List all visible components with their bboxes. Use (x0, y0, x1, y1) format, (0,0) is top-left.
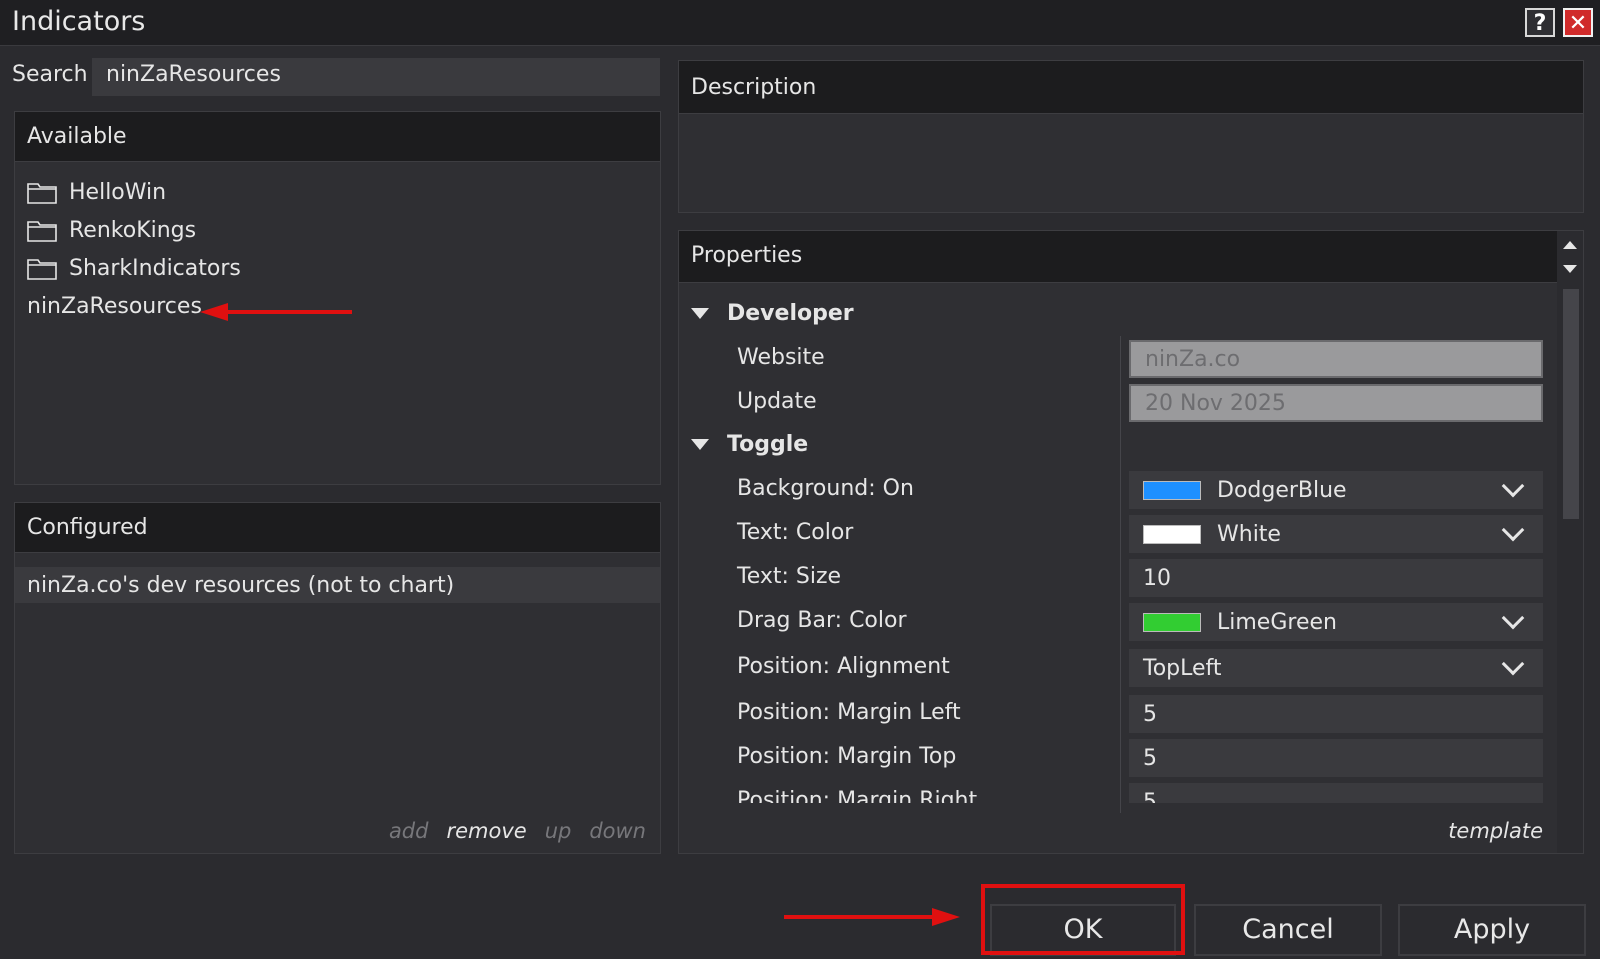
title-bar: Indicators ? ✕ (0, 0, 1600, 46)
help-button[interactable]: ? (1525, 8, 1555, 37)
scroll-up-icon[interactable] (1563, 241, 1577, 249)
expand-triangle-icon (691, 308, 709, 319)
down-link[interactable]: down (589, 819, 646, 843)
annotation-arrow-head (932, 908, 960, 926)
expand-triangle-icon (691, 439, 709, 450)
available-header: Available (15, 112, 660, 162)
margin-left-field[interactable]: 5 (1129, 695, 1543, 733)
chevron-down-icon[interactable] (1501, 474, 1525, 498)
category-label: Toggle (727, 432, 809, 457)
dropdown-value: LimeGreen (1217, 609, 1337, 635)
background-on-dropdown[interactable]: DodgerBlue (1129, 471, 1543, 509)
text-color-dropdown[interactable]: White (1129, 515, 1543, 553)
property-label: Text: Color (737, 520, 854, 545)
template-link[interactable]: template (1448, 819, 1543, 843)
dropdown-value: DodgerBlue (1217, 477, 1347, 503)
properties-scrollbar[interactable] (1557, 231, 1583, 853)
property-label: Position: Margin Top (737, 744, 957, 769)
property-label: Position: Margin Right (737, 788, 978, 803)
up-link[interactable]: up (545, 819, 572, 843)
annotation-arrow (784, 915, 934, 919)
property-label: Website (737, 345, 825, 370)
property-label: Position: Margin Left (737, 700, 961, 725)
tree-item-renkokings[interactable]: RenkoKings (27, 218, 196, 243)
scroll-down-icon[interactable] (1563, 265, 1577, 273)
configured-panel: Configured ninZa.co's dev resources (not… (14, 502, 661, 854)
tree-item-ninzaresources[interactable]: ninZaResources (27, 294, 202, 319)
margin-right-field[interactable]: 5 (1129, 783, 1543, 803)
property-label: Background: On (737, 476, 914, 501)
folder-icon (27, 182, 57, 204)
drag-bar-color-dropdown[interactable]: LimeGreen (1129, 603, 1543, 641)
position-alignment-dropdown[interactable]: TopLeft (1129, 649, 1543, 687)
dropdown-value: TopLeft (1143, 655, 1222, 681)
close-button[interactable]: ✕ (1563, 8, 1593, 37)
scroll-thumb[interactable] (1563, 289, 1579, 519)
folder-icon (27, 220, 57, 242)
tree-item-label: HelloWin (69, 180, 167, 205)
property-label: Drag Bar: Color (737, 608, 907, 633)
configured-header: Configured (15, 503, 660, 553)
property-grid: Developer Website ninZa.co Update 20 Nov… (679, 231, 1557, 803)
tree-item-label: RenkoKings (69, 218, 197, 243)
properties-panel: Properties Developer Website ninZa.co Up… (678, 230, 1584, 854)
chevron-down-icon[interactable] (1501, 652, 1525, 676)
text-size-field[interactable]: 10 (1129, 559, 1543, 597)
add-link[interactable]: add (389, 819, 429, 843)
description-panel: Description (678, 60, 1584, 213)
property-label: Update (737, 389, 817, 414)
annotation-arrow (222, 310, 352, 314)
color-swatch (1143, 612, 1201, 632)
tree-item-label: ninZaResources (27, 294, 202, 319)
ok-highlight-box (981, 884, 1185, 955)
search-input[interactable]: ninZaResources (92, 58, 660, 96)
website-field: ninZa.co (1129, 340, 1543, 378)
configured-actions: add remove up down (389, 819, 646, 843)
description-header: Description (679, 61, 1583, 114)
tree-item-sharkindicators[interactable]: SharkIndicators (27, 256, 241, 281)
margin-top-field[interactable]: 5 (1129, 739, 1543, 777)
configured-item[interactable]: ninZa.co's dev resources (not to chart) (15, 567, 660, 603)
remove-link[interactable]: remove (446, 819, 526, 843)
property-label: Text: Size (737, 564, 842, 589)
category-label: Developer (727, 301, 854, 326)
category-developer[interactable]: Developer (691, 301, 854, 326)
color-swatch (1143, 524, 1201, 544)
chevron-down-icon[interactable] (1501, 518, 1525, 542)
available-panel: Available HelloWin RenkoKings SharkIndic… (14, 111, 661, 485)
search-label: Search (12, 62, 88, 87)
cancel-button[interactable]: Cancel (1194, 904, 1382, 956)
tree-item-label: SharkIndicators (69, 256, 241, 281)
update-field: 20 Nov 2025 (1129, 384, 1543, 422)
window-title: Indicators (12, 6, 146, 37)
dropdown-value: White (1217, 521, 1281, 547)
apply-button[interactable]: Apply (1398, 904, 1586, 956)
tree-item-hellowin[interactable]: HelloWin (27, 180, 166, 205)
folder-icon (27, 258, 57, 280)
property-label: Position: Alignment (737, 654, 950, 679)
color-swatch (1143, 480, 1201, 500)
category-toggle[interactable]: Toggle (691, 432, 808, 457)
chevron-down-icon[interactable] (1501, 606, 1525, 630)
